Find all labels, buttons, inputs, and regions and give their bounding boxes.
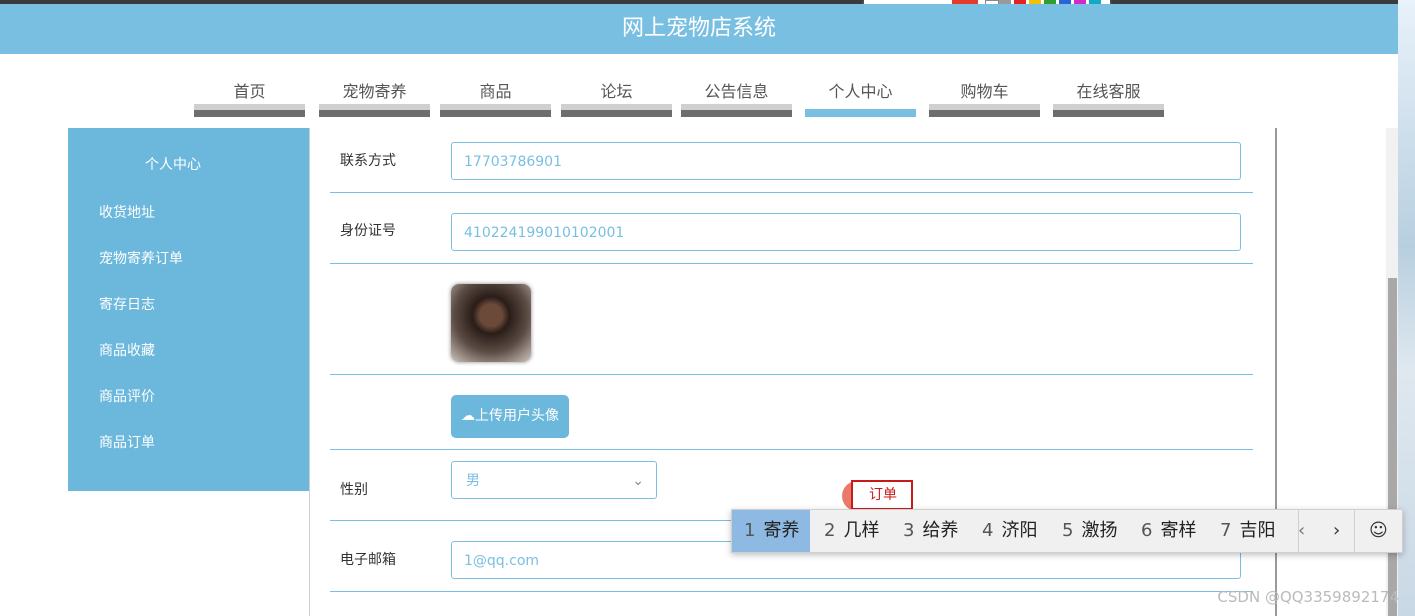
sidebar-item-favorites[interactable]: 商品收藏 (99, 340, 155, 360)
ime-divider (1354, 510, 1355, 552)
ime-candidate[interactable]: 6 寄样 (1141, 510, 1196, 552)
sidebar-item-reviews[interactable]: 商品评价 (99, 386, 155, 406)
nav-label: 在线客服 (1076, 82, 1141, 101)
site-header: 网上宠物店系统 (0, 4, 1398, 54)
nav-underline (681, 104, 792, 117)
upload-avatar-button[interactable]: ☁上传用户头像 (451, 395, 569, 438)
nav-label: 论坛 (600, 82, 633, 101)
nav-item-personal-center[interactable]: 个人中心 (805, 54, 916, 120)
nav-item-home[interactable]: 首页 (194, 54, 305, 120)
ime-candidate[interactable]: 1 寄养 (732, 510, 810, 552)
watermark: CSDN @QQ3359892174 (1217, 588, 1399, 606)
sidebar-item-boarding-orders[interactable]: 宠物寄养订单 (99, 248, 183, 268)
nav-underline (561, 104, 672, 117)
idcard-input[interactable]: 410224199010102001 (451, 213, 1241, 251)
contact-input[interactable]: 17703786901 (451, 142, 1241, 180)
nav-underline (440, 104, 551, 117)
ime-candidate[interactable]: 5 激扬 (1062, 510, 1117, 552)
nav-item-pet-boarding[interactable]: 宠物寄养 (319, 54, 430, 120)
sidebar-title: 个人中心 (145, 157, 201, 173)
gender-value: 男 (466, 473, 480, 489)
candidate-text: 济阳 (1001, 520, 1038, 541)
order-annotation-box: 订单 (851, 480, 913, 510)
candidate-text: 激扬 (1081, 520, 1118, 541)
candidate-number: 6 (1141, 520, 1153, 541)
user-avatar (451, 284, 531, 362)
nav-item-products[interactable]: 商品 (440, 54, 551, 120)
ime-candidate[interactable]: 4 济阳 (982, 510, 1037, 552)
sidebar-item-address[interactable]: 收货地址 (99, 202, 155, 222)
upload-label: 上传用户头像 (475, 408, 559, 424)
nav-label: 公告信息 (704, 82, 769, 101)
chevron-down-icon: ⌄ (632, 473, 644, 489)
form-row-upload: ☁上传用户头像 (330, 375, 1253, 450)
candidate-number: 1 (744, 520, 756, 541)
form-row-avatar (330, 264, 1253, 375)
ime-candidate[interactable]: 3 给养 (903, 510, 958, 552)
form-row-contact: 联系方式 17703786901 (330, 128, 1253, 193)
ime-candidate[interactable]: 7 吉阳 (1220, 510, 1275, 552)
nav-item-online-service[interactable]: 在线客服 (1053, 54, 1164, 120)
nav-label: 个人中心 (828, 82, 893, 101)
nav-item-announcements[interactable]: 公告信息 (681, 54, 792, 120)
candidate-text: 几样 (843, 520, 880, 541)
nav-underline-active (805, 109, 916, 117)
candidate-number: 3 (903, 520, 915, 541)
gender-label: 性别 (340, 482, 368, 498)
order-annotation-text: 订单 (869, 487, 897, 503)
idcard-label: 身份证号 (340, 223, 396, 239)
candidate-text: 吉阳 (1239, 520, 1276, 541)
nav-item-cart[interactable]: 购物车 (929, 54, 1040, 120)
ime-candidate[interactable]: 2 几样 (824, 510, 879, 552)
candidate-number: 2 (824, 520, 836, 541)
cloud-upload-icon: ☁ (461, 408, 475, 424)
nav-underline (929, 104, 1040, 117)
emoji-icon[interactable]: ☺ (1369, 510, 1388, 552)
ime-candidate-bar: 1 寄养 2 几样 3 给养 4 济阳 5 激扬 6 寄样 7 吉阳 ‹ › ☺ (731, 509, 1403, 553)
nav-label: 商品 (479, 82, 512, 101)
sidebar-item-storage-log[interactable]: 寄存日志 (99, 294, 155, 314)
nav-label: 首页 (233, 82, 266, 101)
gender-select[interactable]: 男 ⌄ (451, 461, 657, 499)
scrollbar-thumb[interactable] (1388, 278, 1397, 616)
nav-label: 购物车 (960, 82, 1009, 101)
main-nav: 首页 宠物寄养 商品 论坛 公告信息 个人中心 购物车 在线客服 (0, 54, 1398, 124)
candidate-text: 寄样 (1160, 520, 1197, 541)
form-row-idcard: 身份证号 410224199010102001 (330, 193, 1253, 264)
email-label: 电子邮箱 (340, 552, 396, 568)
sidebar: 个人中心 收货地址 宠物寄养订单 寄存日志 商品收藏 商品评价 商品订单 (68, 128, 310, 491)
candidate-text: 给养 (922, 520, 959, 541)
sidebar-item-product-orders[interactable]: 商品订单 (99, 432, 155, 452)
site-title: 网上宠物店系统 (621, 16, 776, 41)
chevron-left-icon[interactable]: ‹ (1298, 510, 1305, 552)
chevron-right-icon[interactable]: › (1333, 510, 1340, 552)
nav-underline (194, 104, 305, 117)
nav-underline (1053, 104, 1164, 117)
nav-label: 宠物寄养 (342, 82, 407, 101)
candidate-number: 5 (1062, 520, 1074, 541)
candidate-number: 4 (982, 520, 994, 541)
candidate-text: 寄养 (763, 520, 800, 541)
nav-item-forum[interactable]: 论坛 (561, 54, 672, 120)
contact-label: 联系方式 (340, 153, 396, 169)
candidate-number: 7 (1220, 520, 1232, 541)
nav-underline (319, 104, 430, 117)
